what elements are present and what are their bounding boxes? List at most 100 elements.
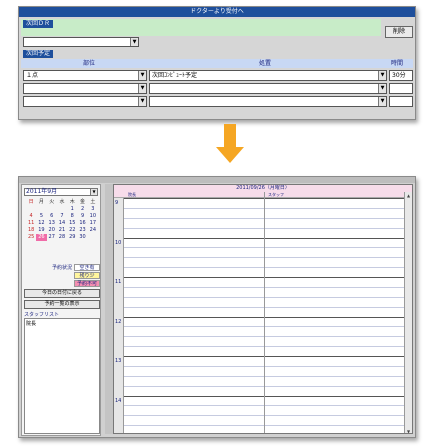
schedule-date: 2011/09/26（月曜日） <box>114 185 412 192</box>
next-dr-band <box>21 19 381 36</box>
day-cell[interactable]: 25 <box>26 234 36 241</box>
day-cell[interactable]: 7 <box>57 213 67 220</box>
dropdown-arrow-icon[interactable]: ▼ <box>130 38 138 46</box>
scroll-down-icon[interactable]: ▼ <box>405 428 412 433</box>
empty-day-cell <box>26 206 36 213</box>
legend-row: 残り少 <box>26 271 100 279</box>
staff-list-title: スタッフリスト <box>24 312 60 318</box>
weekday-head: 木 <box>69 199 75 205</box>
hour-label: 13 <box>115 358 122 364</box>
row1-time-field[interactable]: 30分 <box>389 70 413 81</box>
day-cell[interactable]: 4 <box>26 213 36 220</box>
row3-content-combo[interactable]: ▼ <box>149 96 387 107</box>
day-cell[interactable]: 16 <box>77 220 87 227</box>
dropdown-arrow-icon[interactable]: ▼ <box>378 71 386 80</box>
day-cell[interactable]: 29 <box>67 234 77 241</box>
row2-content-combo[interactable]: ▼ <box>149 83 387 94</box>
scroll-up-icon[interactable]: ▲ <box>405 192 412 199</box>
empty-day-cell <box>36 206 46 213</box>
hour-label: 10 <box>115 239 122 246</box>
row1-content: 次回ｺﾝﾋﾟｭｰﾄ予定 <box>152 72 198 79</box>
time-strip <box>105 184 113 434</box>
empty-day-cell <box>88 234 98 241</box>
col-head-content: 処置 <box>259 60 272 67</box>
window-topbar <box>19 177 415 183</box>
show-list-button[interactable]: 予約一覧の表示 <box>24 300 100 309</box>
hour-label: 11 <box>115 279 122 285</box>
day-cell[interactable]: 14 <box>57 220 67 227</box>
row3-part-combo[interactable]: ▼ <box>23 96 147 107</box>
column-divider <box>264 192 265 433</box>
dropdown-arrow-icon[interactable]: ▼ <box>138 71 146 80</box>
legend-chip: 予約不可 <box>74 279 100 287</box>
dropdown-arrow-icon[interactable]: ▼ <box>138 97 146 106</box>
day-cell[interactable]: 23 <box>77 227 87 234</box>
dropdown-arrow-icon[interactable]: ▼ <box>378 84 386 93</box>
next-dr-combo[interactable]: ▼ <box>23 37 139 47</box>
next-dr-label: 次回ＤＲ <box>23 20 54 28</box>
weekday-head: 月 <box>38 199 44 205</box>
hour-column: 9 10 11 12 13 14 <box>114 198 124 433</box>
day-cell[interactable]: 28 <box>57 234 67 241</box>
day-cell[interactable]: 1 <box>67 206 77 213</box>
day-cell[interactable]: 24 <box>88 227 98 234</box>
day-cell[interactable]: 18 <box>26 227 36 234</box>
vertical-scrollbar[interactable]: ▲ ▼ <box>404 192 412 433</box>
legend-row: 予約状況 空き有 <box>26 263 100 271</box>
next-plan-label: 次回予定 <box>23 50 54 58</box>
weekday-head: 金 <box>80 199 86 205</box>
day-cell[interactable]: 8 <box>67 213 77 220</box>
month-label: 2011年9月 <box>26 188 58 195</box>
day-cell[interactable]: 11 <box>26 220 36 227</box>
empty-day-cell <box>57 206 67 213</box>
day-cell[interactable]: 21 <box>57 227 67 234</box>
weekday-header-row: 日月火水木金土 <box>26 199 98 206</box>
day-cell[interactable]: 6 <box>47 213 57 220</box>
down-arrow-icon <box>224 124 236 148</box>
staff-list-item[interactable]: 院長 <box>26 320 98 327</box>
day-cell[interactable]: 15 <box>67 220 77 227</box>
staff-listbox[interactable]: 院長 <box>24 318 100 434</box>
row1-content-combo[interactable]: 次回ｺﾝﾋﾟｭｰﾄ予定 ▼ <box>149 70 387 81</box>
day-cell[interactable]: 19 <box>36 227 46 234</box>
legend-chip: 残り少 <box>74 271 100 279</box>
col-head-part: 部位 <box>83 60 96 67</box>
row3-time-field[interactable] <box>389 96 413 107</box>
day-cell[interactable]: 5 <box>36 213 46 220</box>
mini-calendar: 日月火水木金土 1 2 3 4 5 6 7 8 9 10 11 12 13 14 15 16 17 18 19 20 21… <box>26 199 98 241</box>
day-cell[interactable]: 9 <box>77 213 87 220</box>
day-cell[interactable]: 17 <box>88 220 98 227</box>
row2-time-field[interactable] <box>389 83 413 94</box>
day-cell[interactable]: 3 <box>88 206 98 213</box>
empty-day-cell <box>47 206 57 213</box>
row2-part-combo[interactable]: ▼ <box>23 83 147 94</box>
delete-button[interactable]: 削除 <box>385 26 413 38</box>
day-cell[interactable]: 20 <box>47 227 57 234</box>
row1-time: 30分 <box>392 72 406 79</box>
day-cell[interactable]: 12 <box>36 220 46 227</box>
dropdown-arrow-icon[interactable]: ▼ <box>138 84 146 93</box>
doctor-to-reception-form: ドクターより受付へ 次回ＤＲ ▼ 削除 次回予定 部位 処置 時間 １点 ▼ 次… <box>18 6 416 120</box>
hour-label: 12 <box>115 318 122 325</box>
day-cell[interactable]: 26 <box>36 234 47 241</box>
week-row: 123 <box>26 206 98 213</box>
month-selector[interactable]: 2011年9月 ▼ <box>24 188 98 196</box>
week-row: 18 19 20 21 22 23 24 <box>26 227 98 234</box>
day-cell[interactable]: 13 <box>47 220 57 227</box>
dropdown-arrow-icon[interactable]: ▼ <box>378 97 386 106</box>
dropdown-arrow-icon[interactable]: ▼ <box>90 189 97 195</box>
plan-header-band <box>21 59 413 68</box>
weekday-head: 土 <box>90 199 96 205</box>
availability-legend: 予約状況 空き有 残り少 予約不可 <box>26 263 100 287</box>
row1-part-combo[interactable]: １点 ▼ <box>23 70 147 81</box>
day-cell[interactable]: 27 <box>47 234 57 241</box>
hour-label: 14 <box>115 397 122 404</box>
weekday-head: 水 <box>59 199 65 205</box>
day-cell[interactable]: 22 <box>67 227 77 234</box>
day-cell[interactable]: 2 <box>77 206 87 213</box>
day-cell[interactable]: 10 <box>88 213 98 220</box>
row1-part: １点 <box>26 72 39 79</box>
back-to-today-button[interactable]: 今日の日付に戻る <box>24 289 100 298</box>
day-cell[interactable]: 30 <box>77 234 87 241</box>
col-head-time: 時間 <box>391 60 404 67</box>
